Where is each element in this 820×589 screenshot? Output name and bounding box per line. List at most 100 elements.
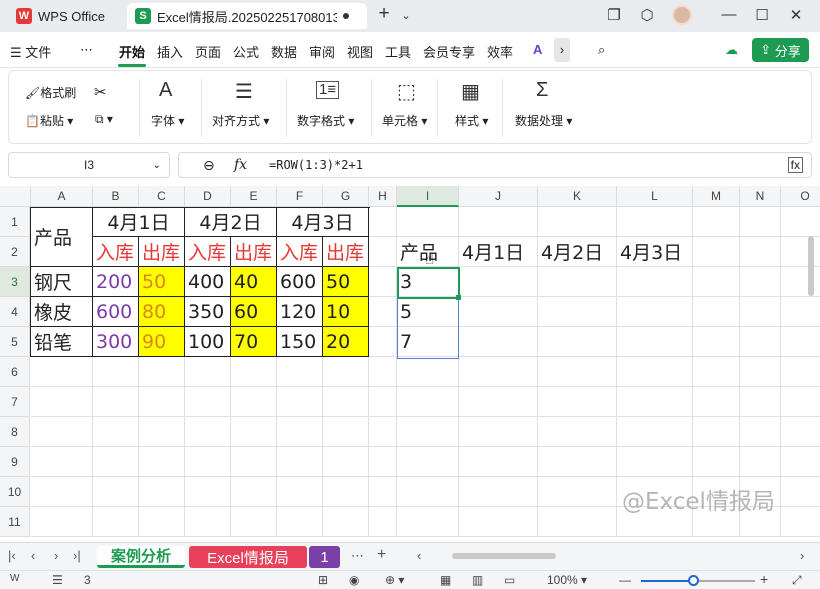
select-all-corner[interactable] [0, 186, 31, 207]
grid-cell[interactable] [369, 507, 397, 537]
avatar[interactable] [672, 5, 692, 25]
window-panel-icon[interactable]: ❐ [604, 6, 624, 24]
grid-cell[interactable] [31, 507, 93, 537]
next-sheet-icon[interactable]: › [54, 548, 58, 563]
zoom-level[interactable]: 100% ▾ [547, 573, 587, 587]
grid-cell[interactable] [323, 387, 369, 417]
column-header-e[interactable]: E [231, 186, 277, 207]
grid-cell[interactable] [369, 477, 397, 507]
cell-c5[interactable]: 90 [139, 327, 185, 357]
grid-cell[interactable] [139, 387, 185, 417]
column-header-a[interactable]: A [31, 186, 93, 207]
grid-cell[interactable] [397, 417, 459, 447]
cell-g3[interactable]: 50 [323, 267, 369, 297]
grid-cell[interactable] [323, 417, 369, 447]
grid-cell[interactable] [369, 327, 397, 357]
grid-cell[interactable] [781, 447, 820, 477]
data-processing-button[interactable]: 数据处理 ▾ [515, 112, 572, 129]
cell-c4[interactable]: 80 [139, 297, 185, 327]
grid-cell[interactable] [369, 357, 397, 387]
grid-icon[interactable]: ⊞ [318, 573, 328, 587]
cell-f4[interactable]: 120 [277, 297, 323, 327]
row-header-2[interactable]: 2 [0, 237, 30, 267]
vertical-scrollbar[interactable] [808, 236, 814, 296]
grid-cell[interactable] [93, 447, 139, 477]
grid-cell[interactable] [93, 387, 139, 417]
chevron-right-icon[interactable]: › [554, 38, 570, 62]
grid-cell[interactable] [31, 477, 93, 507]
menu-tab-data[interactable]: 数据 [271, 42, 297, 61]
cell-b5[interactable]: 300 [93, 327, 139, 357]
number-format-button[interactable]: 数字格式 ▾ [297, 112, 354, 129]
grid-cell[interactable] [740, 297, 781, 327]
zoom-icon[interactable]: ⊖ [203, 157, 215, 174]
grid-cell[interactable] [538, 267, 617, 297]
grid-cell[interactable] [693, 447, 740, 477]
grid-cell[interactable] [693, 237, 740, 267]
cell-a3[interactable]: 钢尺 [31, 267, 93, 297]
formula-input[interactable]: ⊖ fx =ROW(1:3)*2+1 fx [178, 152, 812, 178]
row-header-4[interactable]: 4 [0, 297, 30, 327]
grid-cell[interactable] [781, 507, 820, 537]
scroll-left-icon[interactable]: ‹ [417, 548, 421, 563]
grid-cell[interactable] [538, 447, 617, 477]
grid-cell[interactable] [459, 387, 538, 417]
cell-b4[interactable]: 600 [93, 297, 139, 327]
grid-cell[interactable] [459, 297, 538, 327]
grid-cell[interactable] [231, 387, 277, 417]
grid-cell[interactable] [93, 417, 139, 447]
cell-d1[interactable]: 4月2日 [185, 207, 277, 237]
cloud-sync-icon[interactable]: ☁ [725, 42, 738, 58]
grid-cell[interactable] [277, 357, 323, 387]
format-painter-button[interactable]: 🖌格式刷 [25, 84, 76, 101]
grid-cell[interactable] [369, 387, 397, 417]
tab-list-chevron-icon[interactable]: ⌄ [396, 9, 416, 22]
grid-cell[interactable] [740, 417, 781, 447]
grid-cell[interactable] [185, 417, 231, 447]
grid-cell[interactable] [31, 357, 93, 387]
grid-cell[interactable] [397, 387, 459, 417]
cell-button[interactable]: 单元格 ▾ [382, 112, 427, 129]
cell-b3[interactable]: 200 [93, 267, 139, 297]
menu-tab-review[interactable]: 审阅 [309, 42, 335, 61]
more-menu[interactable]: ⋯ [80, 42, 93, 58]
grid-cell[interactable] [781, 357, 820, 387]
cell-a4[interactable]: 橡皮 [31, 297, 93, 327]
row-header-1[interactable]: 1 [0, 207, 30, 237]
grid-cell[interactable] [231, 507, 277, 537]
grid-cell[interactable] [781, 267, 820, 297]
grid-cell[interactable] [185, 357, 231, 387]
tab-wps-office[interactable]: W WPS Office [10, 3, 120, 29]
spreadsheet-grid[interactable]: ABCDEFGHIJKLMNO 1 2 3 4 5 6 7 8 9 10 11 产品 4月1日 4月2日… [0, 186, 820, 542]
grid-cell[interactable] [740, 447, 781, 477]
grid-cell[interactable] [538, 357, 617, 387]
cube-icon[interactable]: ⬡ [637, 6, 657, 24]
cell-d4[interactable]: 350 [185, 297, 231, 327]
last-sheet-icon[interactable]: ›| [73, 548, 81, 563]
cell-a1[interactable]: 产品 [31, 207, 93, 267]
close-icon[interactable]: ✕ [786, 6, 806, 24]
grid-cell[interactable] [139, 477, 185, 507]
row-header-11[interactable]: 11 [0, 507, 30, 537]
eye-icon[interactable]: ◉ [349, 573, 359, 587]
grid-cell[interactable] [459, 207, 538, 237]
grid-cell[interactable] [459, 447, 538, 477]
grid-cell[interactable] [617, 267, 693, 297]
file-menu[interactable]: ☰ 文件 [10, 42, 51, 61]
grid-cell[interactable] [185, 477, 231, 507]
maximize-icon[interactable]: ☐ [752, 6, 772, 24]
grid-cell[interactable] [397, 507, 459, 537]
grid-cell[interactable] [617, 297, 693, 327]
grid-cell[interactable] [459, 477, 538, 507]
share-button[interactable]: ⇪ 分享 [752, 38, 809, 62]
menu-tab-page[interactable]: 页面 [195, 42, 221, 61]
grid-cell[interactable] [538, 477, 617, 507]
grid-cell[interactable] [323, 357, 369, 387]
grid-cell[interactable] [369, 207, 397, 237]
grid-cell[interactable] [693, 267, 740, 297]
cell-f5[interactable]: 150 [277, 327, 323, 357]
grid-cell[interactable] [740, 267, 781, 297]
column-header-b[interactable]: B [93, 186, 139, 207]
grid-cell[interactable] [693, 357, 740, 387]
fullscreen-icon[interactable]: ⤢ [792, 573, 802, 588]
